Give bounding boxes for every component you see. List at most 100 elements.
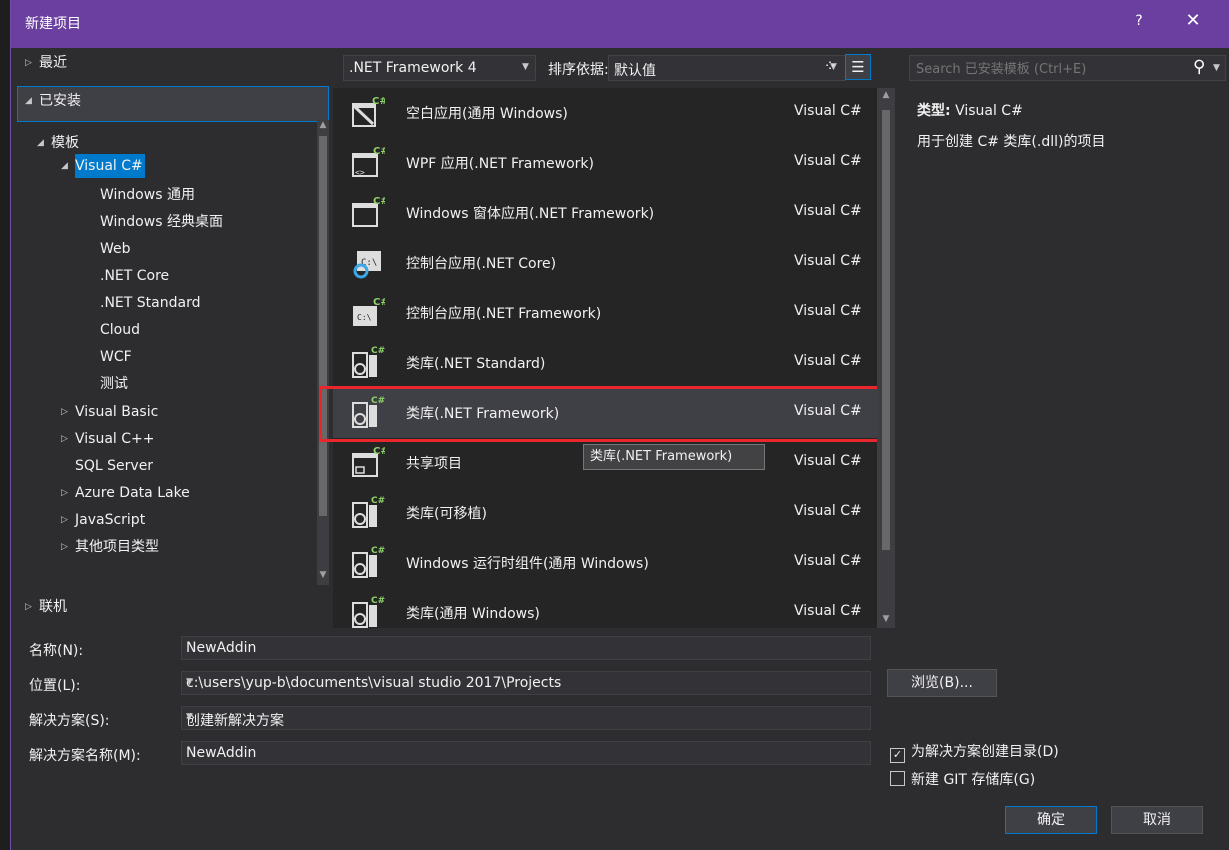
tree-item-windows-universal[interactable]: Windows 通用	[100, 184, 195, 206]
template-tree: ▷ 最近 ◢ 已安装 ◢ 模板 ◢ Visual C# Windows 通用 Windo…	[17, 48, 329, 628]
checkmark-icon: ✓	[890, 748, 905, 763]
tree-item-online[interactable]: ▷ 联机	[25, 596, 67, 618]
scroll-up-icon[interactable]: ▲	[880, 90, 892, 100]
tree-item-visual-csharp[interactable]: ◢ Visual C#	[61, 155, 143, 177]
template-row[interactable]: C:\C# 控制台应用(.NET Framework) Visual C#	[333, 288, 885, 338]
create-directory-checkbox[interactable]: ✓ 为解决方案创建目录(D)	[890, 741, 1059, 763]
svg-text:C#: C#	[371, 546, 385, 556]
new-git-repo-checkbox[interactable]: 新建 GIT 存储库(G)	[890, 769, 1035, 789]
name-label: 名称(N):	[29, 643, 84, 659]
list-view-icon[interactable]: ☰	[845, 54, 871, 80]
expand-arrow-icon: ▷	[61, 407, 68, 417]
empty-checkbox-icon	[890, 771, 905, 786]
search-icon[interactable]: ⚲	[1193, 57, 1205, 77]
ok-button[interactable]: 确定	[1005, 806, 1097, 834]
browse-button[interactable]: 浏览(B)...	[887, 669, 997, 697]
console-core-icon: C:\	[353, 251, 381, 279]
svg-text:C#: C#	[373, 446, 385, 457]
solution-name-label: 解决方案名称(M):	[29, 748, 141, 764]
title-bar[interactable]: 新建项目 ? ✕	[11, 0, 1229, 48]
scroll-down-icon[interactable]: ▼	[880, 614, 892, 624]
console-framework-icon: C:\C#	[353, 297, 385, 326]
chevron-down-icon[interactable]: ▼	[186, 712, 864, 722]
collapse-arrow-icon: ◢	[61, 161, 68, 171]
tree-item-test[interactable]: 测试	[100, 373, 128, 395]
svg-text:<>: <>	[355, 168, 365, 177]
expand-arrow-icon: ▷	[25, 58, 32, 68]
expand-arrow-icon: ▷	[25, 602, 32, 612]
tree-item-net-core[interactable]: .NET Core	[100, 265, 169, 287]
collapse-arrow-icon: ◢	[37, 138, 44, 148]
svg-text:C#: C#	[373, 297, 385, 308]
template-row[interactable]: C# 类库(.NET Standard) Visual C#	[333, 338, 885, 388]
template-type: 类型: Visual C#	[917, 103, 1023, 119]
expand-arrow-icon: ▷	[61, 542, 68, 552]
framework-select[interactable]: .NET Framework 4 ▼	[343, 55, 536, 81]
location-field[interactable]: c:\users\yup-b\documents\visual studio 2…	[181, 671, 871, 695]
template-list-scrollbar[interactable]: ▲ ▼	[877, 88, 895, 628]
template-list-scrollbar-thumb[interactable]	[882, 110, 890, 550]
tree-item-visual-cpp[interactable]: ▷ Visual C++	[61, 428, 154, 450]
tree-item-web[interactable]: Web	[100, 238, 131, 260]
tree-item-javascript[interactable]: ▷ JavaScript	[61, 509, 145, 531]
tree-item-wcf[interactable]: WCF	[100, 346, 132, 368]
svg-text:C#: C#	[372, 96, 385, 107]
svg-text:C#: C#	[373, 146, 385, 157]
tree-item-windows-classic[interactable]: Windows 经典桌面	[100, 211, 223, 233]
expand-arrow-icon: ▷	[61, 488, 68, 498]
tree-scrollbar-thumb[interactable]	[319, 136, 327, 516]
location-label: 位置(L):	[29, 678, 81, 694]
chevron-down-icon[interactable]: ▼	[186, 677, 864, 687]
help-button[interactable]: ?	[1129, 13, 1149, 29]
winforms-app-icon: C#	[352, 196, 385, 227]
svg-text:C#: C#	[373, 196, 385, 207]
class-library-icon: C#	[352, 496, 385, 528]
new-project-dialog: 新建项目 ? ✕ ▷ 最近 ◢ 已安装 ◢ 模板 ◢ Visual C# Windows…	[10, 0, 1229, 850]
cancel-button[interactable]: 取消	[1111, 806, 1203, 834]
search-box[interactable]: ⚲ ▼	[909, 55, 1226, 81]
template-row[interactable]: C# 类库(可移植) Visual C#	[333, 488, 885, 538]
chevron-down-icon: ▼	[522, 62, 529, 72]
tree-item-templates[interactable]: ◢ 模板	[37, 132, 79, 154]
tree-item-other-types[interactable]: ▷ 其他项目类型	[61, 536, 159, 558]
tree-item-azure-data-lake[interactable]: ▷ Azure Data Lake	[61, 482, 190, 504]
template-row[interactable]: C# 空白应用(通用 Windows) Visual C#	[333, 88, 885, 138]
tree-item-installed[interactable]: ◢ 已安装	[25, 90, 81, 112]
small-icons-view-icon[interactable]: ⁘	[817, 54, 843, 80]
scroll-up-icon[interactable]: ▲	[317, 120, 329, 130]
solution-label: 解决方案(S):	[29, 713, 110, 729]
search-input[interactable]	[914, 59, 1188, 79]
tree-item-recent[interactable]: ▷ 最近	[25, 52, 67, 74]
template-row[interactable]: C# Windows 运行时组件(通用 Windows) Visual C#	[333, 538, 885, 588]
template-row[interactable]: C# Windows 窗体应用(.NET Framework) Visual C…	[333, 188, 885, 238]
chevron-down-icon[interactable]: ▼	[1213, 63, 1220, 73]
template-row[interactable]: C# 类库(通用 Windows) Visual C#	[333, 588, 885, 628]
sort-select[interactable]: 默认值 ▼	[608, 55, 846, 81]
solution-select[interactable]: 创建新解决方案 ▼	[181, 706, 871, 730]
svg-text:C#: C#	[371, 596, 385, 606]
shared-project-icon: C#	[352, 446, 385, 477]
sort-label: 排序依据:	[548, 62, 609, 78]
template-description: 用于创建 C# 类库(.dll)的项目	[917, 134, 1106, 150]
expand-arrow-icon: ▷	[61, 515, 68, 525]
expand-arrow-icon: ▷	[61, 434, 68, 444]
close-button[interactable]: ✕	[1181, 10, 1205, 31]
name-field[interactable]: NewAddin	[181, 636, 871, 660]
template-row[interactable]: C:\ 控制台应用(.NET Core) Visual C#	[333, 238, 885, 288]
svg-text:C#: C#	[371, 346, 385, 356]
template-row[interactable]: <>C# WPF 应用(.NET Framework) Visual C#	[333, 138, 885, 188]
tree-item-net-standard[interactable]: .NET Standard	[100, 292, 200, 314]
template-row-selected[interactable]: C# 类库(.NET Framework) Visual C#	[333, 388, 885, 438]
svg-text:C:\: C:\	[357, 313, 372, 322]
tree-item-visual-basic[interactable]: ▷ Visual Basic	[61, 401, 158, 423]
class-library-icon: C#	[352, 346, 385, 378]
template-details: 类型: Visual C# 用于创建 C# 类库(.dll)的项目	[897, 88, 1220, 628]
tree-item-sql-server[interactable]: SQL Server	[75, 455, 153, 477]
tree-item-cloud[interactable]: Cloud	[100, 319, 140, 341]
scroll-down-icon[interactable]: ▼	[317, 570, 329, 580]
svg-text:C#: C#	[371, 396, 385, 406]
tree-scrollbar[interactable]: ▲ ▼	[317, 120, 329, 585]
solution-name-field[interactable]: NewAddin	[181, 741, 871, 765]
collapse-arrow-icon: ◢	[25, 96, 32, 106]
svg-text:C#: C#	[371, 496, 385, 506]
